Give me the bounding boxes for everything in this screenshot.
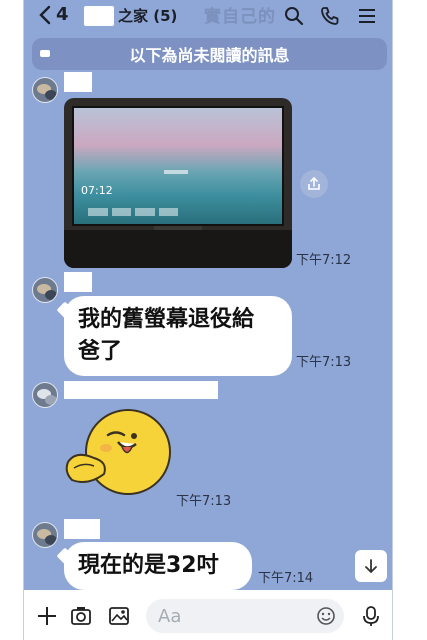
message-input-field[interactable] <box>146 599 344 633</box>
scroll-to-bottom-button[interactable] <box>355 550 387 582</box>
chevron-left-icon <box>39 5 51 24</box>
input-bar <box>24 590 392 640</box>
photo-message[interactable]: 07:12 <box>64 98 292 268</box>
emoji-icon[interactable] <box>316 606 336 626</box>
message-line: 現在的是32吋 <box>78 553 219 578</box>
message-bubble[interactable]: 現在的是32吋 <box>64 542 252 590</box>
search-icon[interactable] <box>284 6 304 26</box>
chat-window: 4 之家 (5) 實自己的 以下為尚未閱讀的訊息 07:12 下午7:12 我的… <box>23 0 393 640</box>
redacted-sender-name <box>64 72 92 92</box>
message-time: 下午7:13 <box>176 494 232 509</box>
plus-icon[interactable] <box>36 605 58 627</box>
avatar[interactable] <box>32 77 58 103</box>
message-line: 爸了 <box>78 339 123 364</box>
page-margin-right <box>393 0 427 640</box>
redacted-sender-name <box>64 272 92 292</box>
unread-banner-text: 以下為尚未閱讀的訊息 <box>129 46 290 65</box>
redacted-sender-name <box>64 519 100 539</box>
message-line: 我的舊螢幕退役給 <box>78 307 255 332</box>
mic-icon[interactable] <box>360 605 382 627</box>
redacted-name <box>84 5 114 26</box>
redacted-sender-name <box>64 381 218 399</box>
camera-icon[interactable] <box>70 605 92 627</box>
message-bubble[interactable]: 我的舊螢幕退役給 爸了 <box>64 296 292 376</box>
arrow-down-icon <box>365 559 377 574</box>
sticker-message[interactable] <box>64 400 182 500</box>
chat-title[interactable]: 之家 (5) <box>84 5 177 26</box>
message-input[interactable] <box>158 603 308 629</box>
avatar[interactable] <box>32 382 58 408</box>
avatar[interactable] <box>32 522 58 548</box>
monitor-screen: 07:12 <box>72 106 284 226</box>
image-icon[interactable] <box>108 605 130 627</box>
message-time: 下午7:12 <box>296 253 352 268</box>
photo-clock: 07:12 <box>81 184 113 197</box>
tag-icon <box>40 50 50 57</box>
page-margin-left <box>0 0 23 640</box>
menu-icon[interactable] <box>357 6 377 26</box>
message-time: 下午7:13 <box>296 355 352 370</box>
avatar[interactable] <box>32 277 58 303</box>
chat-title-text: 之家 (5) <box>118 7 178 25</box>
back-button[interactable]: 4 <box>38 4 69 25</box>
back-count: 4 <box>56 4 69 25</box>
share-icon <box>308 177 320 190</box>
chat-header: 4 之家 (5) 實自己的 <box>24 0 392 32</box>
share-button[interactable] <box>300 170 328 198</box>
message-time: 下午7:14 <box>258 571 314 586</box>
phone-icon[interactable] <box>320 6 340 26</box>
unread-banner: 以下為尚未閱讀的訊息 <box>32 38 387 70</box>
ghost-text: 實自己的 <box>204 7 276 27</box>
